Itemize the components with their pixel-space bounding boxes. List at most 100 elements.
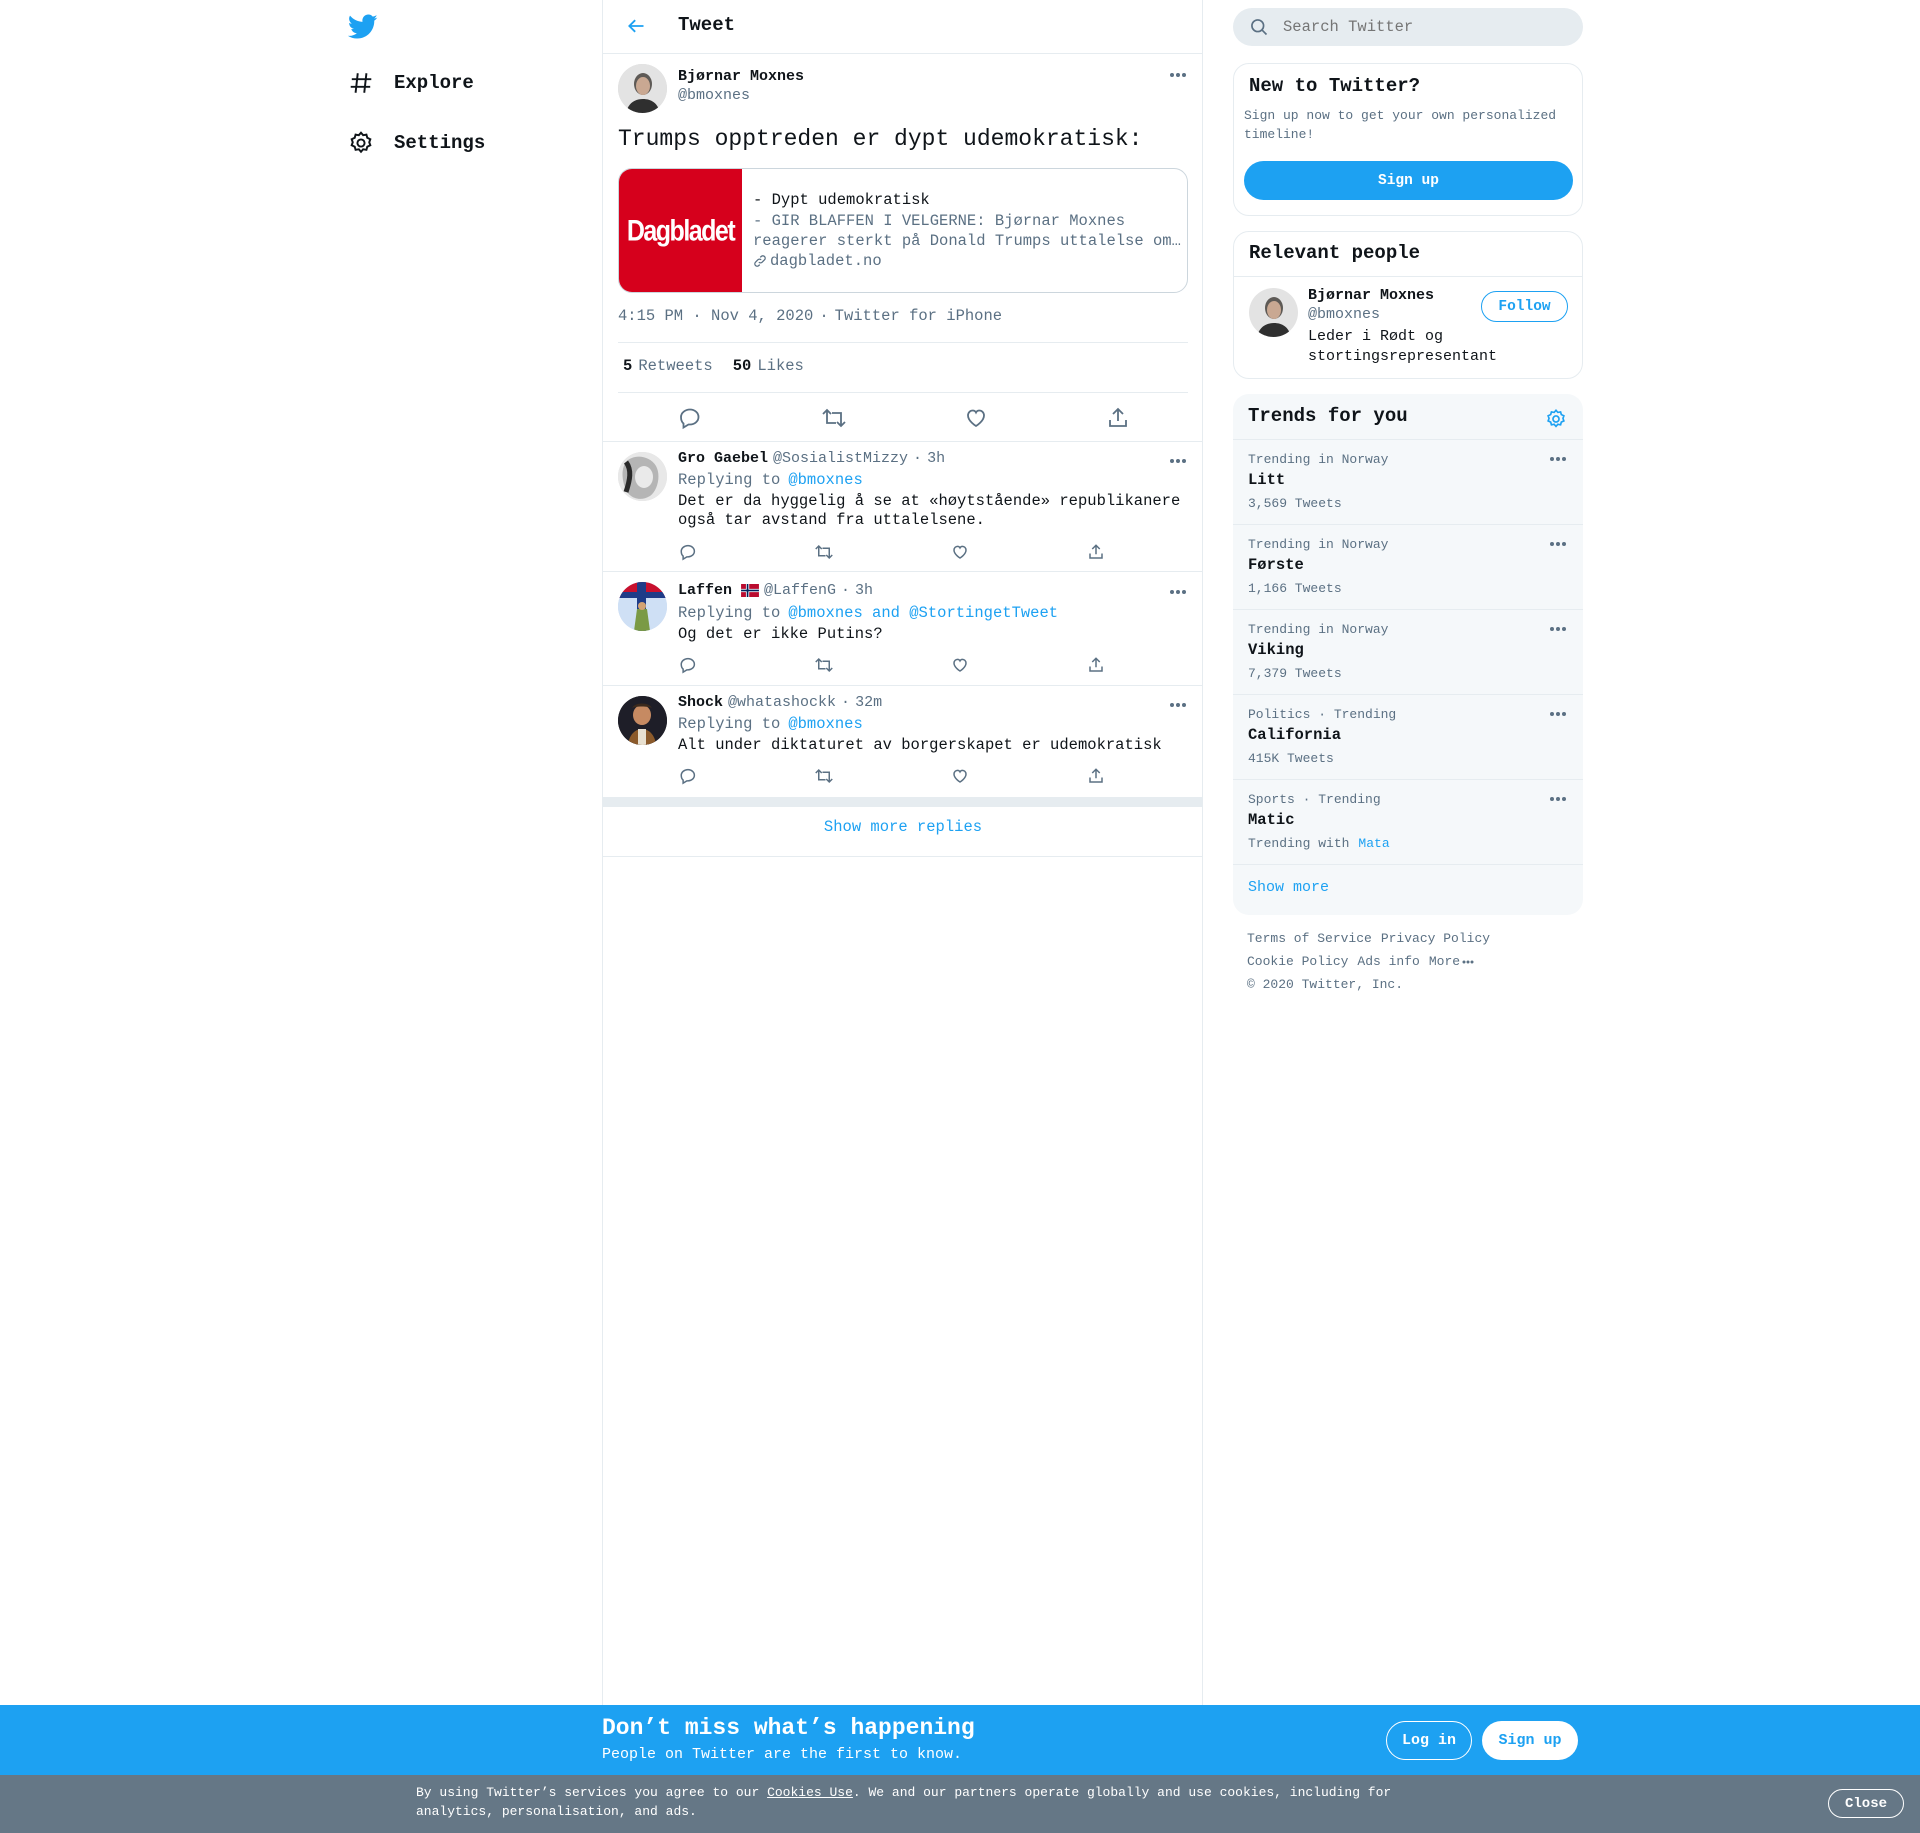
like-icon[interactable] (951, 656, 969, 674)
share-icon[interactable] (1087, 656, 1105, 674)
search-input[interactable] (1281, 14, 1571, 40)
new-to-twitter-line1: Sign up now to get your own personalized (1244, 108, 1557, 123)
trend-item[interactable]: Politics · Trending California 415K Twee… (1233, 694, 1583, 779)
more-icon[interactable] (1549, 541, 1567, 547)
replying-to-link[interactable]: @bmoxnes and @StortingetTweet (788, 604, 1058, 622)
tweet-source[interactable]: Twitter for iPhone (835, 307, 1002, 325)
author-handle[interactable]: @bmoxnes (678, 87, 750, 104)
link-card[interactable]: Dagbladet - Dypt udemokratisk - GIR BLAF… (618, 168, 1188, 293)
share-icon[interactable] (1087, 767, 1105, 785)
reply-author-handle[interactable]: @whatashockk (728, 694, 836, 711)
reply-text-line1: Og det er ikke Putins? (678, 625, 883, 643)
trend-related-link[interactable]: Mata (1358, 836, 1389, 851)
retweets-count[interactable]: 5 (623, 357, 632, 375)
link-icon (753, 254, 767, 268)
twitter-logo-icon[interactable] (348, 14, 378, 40)
reply-icon[interactable] (679, 656, 697, 674)
search-box[interactable] (1233, 8, 1583, 46)
reply-icon[interactable] (678, 406, 702, 430)
more-icon[interactable] (1549, 796, 1567, 802)
retweet-icon[interactable] (814, 767, 834, 785)
show-more-replies-button[interactable]: Show more replies (603, 818, 1203, 836)
cookies-use-link[interactable]: Cookies Use (767, 1785, 853, 1800)
more-icon[interactable] (1169, 458, 1187, 464)
likes-label[interactable]: Likes (757, 357, 804, 375)
trend-item[interactable]: Trending in Norway Litt 3,569 Tweets (1233, 439, 1583, 524)
cookie-text-after: . We and our partners operate globally a… (852, 1785, 1392, 1800)
trends-divider (1233, 864, 1583, 865)
person-avatar[interactable] (1249, 288, 1298, 337)
trends-show-more[interactable]: Show more (1248, 879, 1329, 896)
reply-author-name[interactable]: Shock (678, 694, 723, 711)
login-button[interactable]: Log in (1386, 1721, 1472, 1760)
trend-item[interactable]: Trending in Norway Viking 7,379 Tweets (1233, 609, 1583, 694)
nav-explore[interactable]: Explore (348, 70, 474, 96)
reply-time[interactable]: 3h (927, 450, 945, 467)
tweet-time[interactable]: 4:15 PM · Nov 4, 2020 (618, 307, 813, 325)
retweets-label[interactable]: Retweets (638, 357, 712, 375)
cookie-text-before: By using Twitter’s services you agree to… (416, 1785, 760, 1800)
nav-settings[interactable]: Settings (348, 130, 485, 156)
show-more-divider (603, 856, 1203, 857)
reply-header: Shock @whatashockk · 32m (678, 694, 882, 711)
reply-avatar[interactable] (618, 452, 667, 501)
person-handle[interactable]: @bmoxnes (1308, 306, 1380, 323)
more-icon[interactable] (1169, 589, 1187, 595)
reply-avatar[interactable] (618, 696, 667, 745)
like-icon[interactable] (964, 406, 988, 430)
norway-flag-icon (741, 584, 759, 597)
trend-count: 1,166 Tweets (1248, 581, 1342, 596)
reply-author-handle[interactable]: @LaffenG (764, 582, 836, 599)
cookie-banner: By using Twitter’s services you agree to… (0, 1775, 1920, 1833)
footer-ads-link[interactable]: Ads info (1357, 954, 1419, 969)
more-icon[interactable] (1549, 456, 1567, 462)
tweet-meta: 4:15 PM · Nov 4, 2020 · Twitter for iPho… (618, 307, 1002, 325)
cookie-close-button[interactable]: Close (1828, 1789, 1904, 1818)
more-icon[interactable] (1169, 702, 1187, 708)
retweet-icon[interactable] (821, 406, 847, 430)
person-name[interactable]: Bjørnar Moxnes (1308, 287, 1434, 304)
footer-cookie-link[interactable]: Cookie Policy (1247, 954, 1348, 969)
footer-more-link[interactable]: More (1429, 954, 1474, 969)
back-arrow-icon[interactable] (625, 16, 647, 36)
trend-context: Trending in Norway (1248, 622, 1389, 637)
share-icon[interactable] (1087, 543, 1105, 561)
replying-to-link[interactable]: @bmoxnes (788, 471, 862, 489)
more-icon[interactable] (1169, 72, 1187, 78)
footer-row-1: Terms of Service Privacy Policy (1247, 931, 1490, 946)
share-icon[interactable] (1106, 406, 1130, 430)
footer-privacy-link[interactable]: Privacy Policy (1381, 931, 1490, 946)
replying-to-label: Replying to (678, 471, 781, 489)
reply-time[interactable]: 32m (855, 694, 882, 711)
reply-author-name[interactable]: Gro Gaebel (678, 450, 768, 467)
footer-terms-link[interactable]: Terms of Service (1247, 931, 1372, 946)
reply-icon[interactable] (679, 767, 697, 785)
reply-time[interactable]: 3h (855, 582, 873, 599)
reply-author-handle[interactable]: @SosialistMizzy (773, 450, 908, 467)
trends-settings-gear-icon[interactable] (1545, 408, 1567, 430)
nav-settings-label: Settings (394, 132, 486, 154)
replying-to-link[interactable]: @bmoxnes (788, 715, 862, 733)
trend-count-prefix: Trending with (1248, 836, 1350, 851)
author-name[interactable]: Bjørnar Moxnes (678, 68, 804, 85)
replying-to-label: Replying to (678, 715, 781, 733)
retweet-icon[interactable] (814, 656, 834, 674)
signup-button[interactable]: Sign up (1244, 161, 1573, 200)
retweet-icon[interactable] (814, 543, 834, 561)
more-icon[interactable] (1549, 626, 1567, 632)
follow-button[interactable]: Follow (1481, 291, 1568, 322)
hashtag-icon (348, 70, 374, 96)
card-description-line1: - GIR BLAFFEN I VELGERNE: Bjørnar Moxnes (753, 212, 1126, 230)
trend-item[interactable]: Sports · Trending Matic Trending with Ma… (1233, 779, 1583, 864)
like-icon[interactable] (951, 767, 969, 785)
author-avatar[interactable] (618, 64, 667, 113)
reply-avatar[interactable] (618, 582, 667, 631)
reply-icon[interactable] (679, 543, 697, 561)
reply-author-name[interactable]: Laffen (678, 582, 732, 599)
more-icon[interactable] (1549, 711, 1567, 717)
bottom-signup-button[interactable]: Sign up (1482, 1721, 1578, 1760)
likes-count[interactable]: 50 (733, 357, 752, 375)
trend-item[interactable]: Trending in Norway Første 1,166 Tweets (1233, 524, 1583, 609)
like-icon[interactable] (951, 543, 969, 561)
trends-card: Trends for you Trending in Norway Litt 3… (1233, 394, 1583, 915)
